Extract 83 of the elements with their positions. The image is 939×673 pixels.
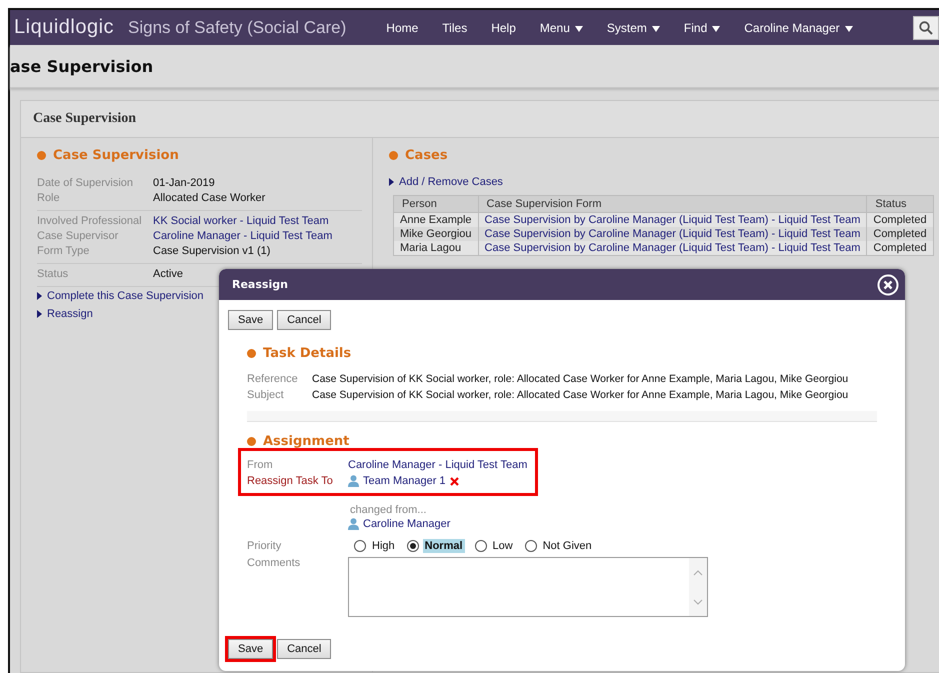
radio-button[interactable] (474, 540, 487, 552)
dialog-button[interactable]: Save (228, 639, 274, 659)
assignee-link[interactable]: Caroline Manager - Liquid Test Team (348, 457, 528, 473)
table-cell: Anne Example (394, 212, 478, 227)
changed-note: changed from... (349, 503, 428, 517)
table-cell: Maria Lagou (394, 241, 478, 256)
triangle-icon (389, 178, 394, 186)
field-link[interactable]: Caroline Manager - Liquid Test Team (153, 229, 332, 244)
table-cell: Completed (866, 241, 934, 256)
person-icon (348, 475, 359, 487)
search-button[interactable] (913, 16, 939, 40)
triangle-icon (37, 310, 42, 318)
nav-menu-item[interactable]: Caroline Manager (744, 20, 853, 34)
nav-menu-item[interactable]: Home (386, 20, 418, 34)
assignee-link[interactable]: Team Manager 1 (363, 473, 446, 489)
app-title: Signs of Safety (Social Care) (128, 18, 346, 38)
field-label: Comments (247, 557, 302, 571)
column-header: Person (394, 196, 478, 212)
section-heading: Cases (405, 148, 448, 163)
field-label: Form Type (37, 244, 90, 259)
comments-field[interactable] (348, 557, 708, 617)
action-link[interactable]: Add / Remove Cases (399, 173, 503, 191)
panel-title: Case Supervision (33, 111, 136, 127)
page-title: ase Supervision (10, 56, 154, 76)
bullet-icon (389, 151, 398, 160)
caret-icon (712, 26, 720, 32)
field-label: Role (37, 191, 61, 206)
dialog-title: Reassign (232, 278, 288, 291)
radio-button[interactable] (354, 540, 366, 552)
radio-button[interactable] (524, 540, 537, 552)
nav-menu-item[interactable]: Menu (540, 20, 583, 34)
person-icon (348, 518, 359, 530)
radio-label: Normal (422, 539, 465, 553)
action-link[interactable]: Complete this Case Supervision (47, 287, 204, 305)
action-link[interactable]: Reassign (47, 305, 93, 323)
form-link[interactable]: Case Supervision by Caroline Manager (Liquid Test Team) - Liquid Test Team (478, 241, 867, 256)
remove-icon[interactable] (450, 476, 459, 486)
section-heading: Assignment (263, 434, 350, 449)
dialog-button[interactable]: Cancel (277, 639, 332, 659)
caret-icon (652, 26, 660, 32)
assignee-link[interactable]: Caroline Manager (363, 517, 450, 531)
field-label: Date of Supervision (37, 176, 134, 191)
field-value: Active (153, 267, 183, 282)
caret-icon (844, 26, 853, 32)
scrollbar[interactable] (689, 558, 707, 616)
column-header: Status (866, 196, 934, 212)
field-label: Priority (247, 540, 282, 552)
search-icon (919, 20, 933, 34)
field-label: Reassign Task To (247, 474, 334, 489)
nav-menu-item[interactable]: Tiles (442, 20, 468, 34)
column-header: Case Supervision Form (478, 196, 867, 212)
close-icon[interactable] (877, 274, 899, 296)
caret-icon (574, 26, 583, 32)
field-value: 01-Jan-2019 (153, 176, 215, 191)
logo: Liquidlogic (14, 16, 114, 39)
nav-menu-item[interactable]: Find (684, 20, 720, 34)
section-heading: Case Supervision (53, 148, 179, 163)
field-value: Allocated Case Worker (153, 191, 266, 206)
radio-label: Low (492, 539, 514, 553)
field-label: Status (37, 267, 70, 282)
field-value: Case Supervision of KK Social worker, role: Allocated Case Worker for Anne Example, Maria Lagou, Mike Georgiou (312, 388, 848, 403)
radio-label: Not Given (542, 539, 593, 553)
bullet-icon (247, 349, 256, 358)
field-label: Involved Professional (37, 214, 143, 229)
bullet-icon (37, 151, 46, 160)
radio-label: High (371, 539, 396, 553)
nav-menu-item[interactable]: System (606, 20, 660, 34)
field-label: Case Supervisor (37, 229, 120, 244)
dialog-button[interactable]: Save (228, 310, 274, 330)
radio-button[interactable] (406, 540, 419, 552)
field-label: From (247, 458, 274, 473)
table-cell: Completed (866, 212, 934, 227)
field-value: Case Supervision of KK Social worker, role: Allocated Case Worker for Anne Example, Maria Lagou, Mike Georgiou (312, 372, 848, 387)
field-link[interactable]: KK Social worker - Liquid Test Team (153, 214, 329, 229)
field-label: Subject (247, 388, 285, 403)
form-link[interactable]: Case Supervision by Caroline Manager (Liquid Test Team) - Liquid Test Team (478, 212, 867, 227)
bullet-icon (247, 437, 256, 446)
field-value: Case Supervision v1 (1) (153, 244, 270, 259)
nav-menu-item[interactable]: Help (491, 20, 516, 34)
section-heading: Task Details (263, 346, 352, 361)
dialog-button[interactable]: Cancel (277, 310, 332, 330)
triangle-icon (37, 292, 42, 300)
field-label: Reference (247, 372, 299, 387)
